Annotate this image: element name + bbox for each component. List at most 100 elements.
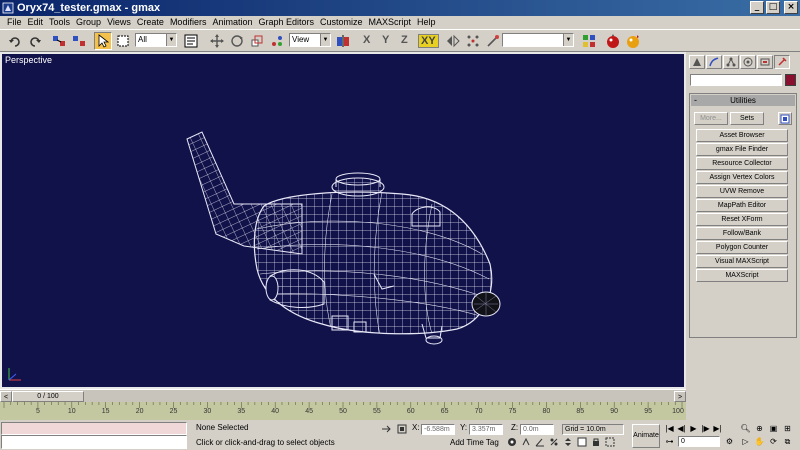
render-teapot-icon[interactable]: [604, 32, 622, 50]
restrict-to-xy-button[interactable]: XY: [418, 34, 439, 48]
menu-group[interactable]: Group: [73, 16, 104, 29]
utilities-tab-icon[interactable]: [774, 55, 790, 69]
align-icon[interactable]: [484, 32, 502, 50]
menu-views[interactable]: Views: [104, 16, 134, 29]
go-to-end-icon[interactable]: ▶|: [712, 423, 723, 434]
key-mode-icon[interactable]: ⊶: [664, 436, 675, 447]
more-button[interactable]: More...: [694, 112, 728, 125]
menu-tools[interactable]: Tools: [46, 16, 73, 29]
time-slider-next-button[interactable]: >: [674, 391, 686, 402]
uvw-remove-button[interactable]: UVW Remove: [696, 185, 788, 198]
visual-maxscript-button[interactable]: Visual MAXScript: [696, 255, 788, 268]
menu-file[interactable]: File: [4, 16, 25, 29]
time-slider-thumb[interactable]: 0 / 100: [12, 391, 84, 402]
quick-render-icon[interactable]: [624, 32, 642, 50]
previous-frame-icon[interactable]: ◀|: [676, 423, 687, 434]
unlink-selection-icon[interactable]: [70, 32, 88, 50]
selection-filter-dropdown[interactable]: All ▼: [135, 33, 177, 47]
rectangular-selection-icon[interactable]: [114, 32, 132, 50]
zoom-extents-icon[interactable]: ▣: [768, 423, 779, 434]
sets-button[interactable]: Sets: [730, 112, 764, 125]
restrict-to-x-button[interactable]: X: [363, 34, 370, 46]
gmax-file-finder-button[interactable]: gmax File Finder: [696, 143, 788, 156]
select-and-rotate-icon[interactable]: [228, 32, 246, 50]
animate-button[interactable]: Animate: [632, 424, 660, 448]
next-frame-icon[interactable]: |▶: [700, 423, 711, 434]
menu-edit[interactable]: Edit: [25, 16, 47, 29]
object-name-field[interactable]: [690, 74, 782, 86]
assign-vertex-colors-button[interactable]: Assign Vertex Colors: [696, 171, 788, 184]
track-bar[interactable]: 5 10 15 20 25 30 35 40 45 50 55 60 65 70 75 80 85 90 95 100: [0, 402, 686, 420]
modify-tab-icon[interactable]: [706, 55, 722, 69]
play-icon[interactable]: ▶: [688, 423, 699, 434]
absolute-mode-icon[interactable]: [396, 423, 408, 435]
maximize-button[interactable]: □: [766, 1, 780, 14]
menu-help[interactable]: Help: [414, 16, 439, 29]
create-tab-icon[interactable]: [689, 55, 705, 69]
select-and-move-icon[interactable]: [208, 32, 226, 50]
hierarchy-tab-icon[interactable]: [723, 55, 739, 69]
use-pivot-center-icon[interactable]: [268, 32, 286, 50]
add-time-tag-button[interactable]: Add Time Tag: [450, 437, 499, 449]
lock-selection-icon[interactable]: [380, 423, 392, 435]
mirror-icon[interactable]: [444, 32, 462, 50]
maxscript-button[interactable]: MAXScript: [696, 269, 788, 282]
time-slider[interactable]: < 0 / 100 >: [0, 389, 686, 402]
menu-graph-editors[interactable]: Graph Editors: [255, 16, 317, 29]
go-to-start-icon[interactable]: |◀: [664, 423, 675, 434]
maximize-viewport-icon[interactable]: ⧉: [782, 436, 793, 447]
menu-animation[interactable]: Animation: [209, 16, 255, 29]
select-and-scale-icon[interactable]: [248, 32, 266, 50]
configure-button-sets-icon[interactable]: [778, 112, 792, 125]
maxscript-input-mini[interactable]: [1, 435, 187, 449]
menu-customize[interactable]: Customize: [317, 16, 366, 29]
minimize-button[interactable]: _: [750, 1, 764, 14]
rollout-header[interactable]: - Utilities: [691, 95, 795, 106]
display-tab-icon[interactable]: [757, 55, 773, 69]
zoom-extents-all-icon[interactable]: ⊞: [782, 423, 793, 434]
current-frame-field[interactable]: 0: [678, 436, 720, 447]
selection-lock-toggle-icon[interactable]: [590, 436, 602, 448]
menu-modifiers[interactable]: Modifiers: [167, 16, 210, 29]
resource-collector-button[interactable]: Resource Collector: [696, 157, 788, 170]
x-coord-field[interactable]: -6.588m: [421, 424, 455, 435]
restrict-to-z-button[interactable]: Z: [401, 34, 408, 46]
asset-browser-button[interactable]: Asset Browser: [696, 129, 788, 142]
reset-xform-button[interactable]: Reset XForm: [696, 213, 788, 226]
undo-icon[interactable]: [6, 32, 24, 50]
named-selection-sets-dropdown[interactable]: ▼: [502, 33, 574, 47]
zoom-icon[interactable]: 🔍︎: [740, 423, 751, 434]
object-color-swatch[interactable]: [785, 74, 796, 86]
follow-bank-button[interactable]: Follow/Bank: [696, 227, 788, 240]
select-and-link-icon[interactable]: [50, 32, 68, 50]
degradation-override-icon[interactable]: [506, 436, 518, 448]
named-selection-toggle-icon[interactable]: [576, 436, 588, 448]
array-icon[interactable]: [464, 32, 482, 50]
zoom-all-icon[interactable]: ⊕: [754, 423, 765, 434]
y-coord-field[interactable]: 3.357m: [469, 424, 503, 435]
spinner-snap-icon[interactable]: [562, 436, 574, 448]
close-button[interactable]: ×: [784, 1, 798, 14]
time-slider-prev-button[interactable]: <: [0, 391, 12, 402]
reference-coordinate-dropdown[interactable]: View ▼: [289, 33, 331, 47]
arc-rotate-icon[interactable]: ⟳: [768, 436, 779, 447]
selection-center-icon[interactable]: [334, 32, 352, 50]
field-of-view-icon[interactable]: ▷: [740, 436, 751, 447]
z-coord-field[interactable]: 0.0m: [520, 424, 554, 435]
time-configuration-icon[interactable]: ⚙: [724, 436, 735, 447]
menu-create[interactable]: Create: [134, 16, 167, 29]
redo-icon[interactable]: [26, 32, 44, 50]
snap-toggle-icon[interactable]: [520, 436, 532, 448]
angle-snap-icon[interactable]: [534, 436, 546, 448]
polygon-counter-button[interactable]: Polygon Counter: [696, 241, 788, 254]
restrict-to-y-button[interactable]: Y: [382, 34, 389, 46]
pan-hand-icon[interactable]: ✋: [754, 436, 765, 447]
window-crossing-toggle-icon[interactable]: [604, 436, 616, 448]
gmax-app-icon[interactable]: [2, 2, 14, 14]
mappath-editor-button[interactable]: MapPath Editor: [696, 199, 788, 212]
perspective-viewport[interactable]: Perspective: [0, 52, 686, 389]
select-object-icon[interactable]: [94, 32, 112, 50]
select-by-name-icon[interactable]: [182, 32, 200, 50]
material-editor-icon[interactable]: [580, 32, 598, 50]
menu-maxscript[interactable]: MAXScript: [366, 16, 415, 29]
